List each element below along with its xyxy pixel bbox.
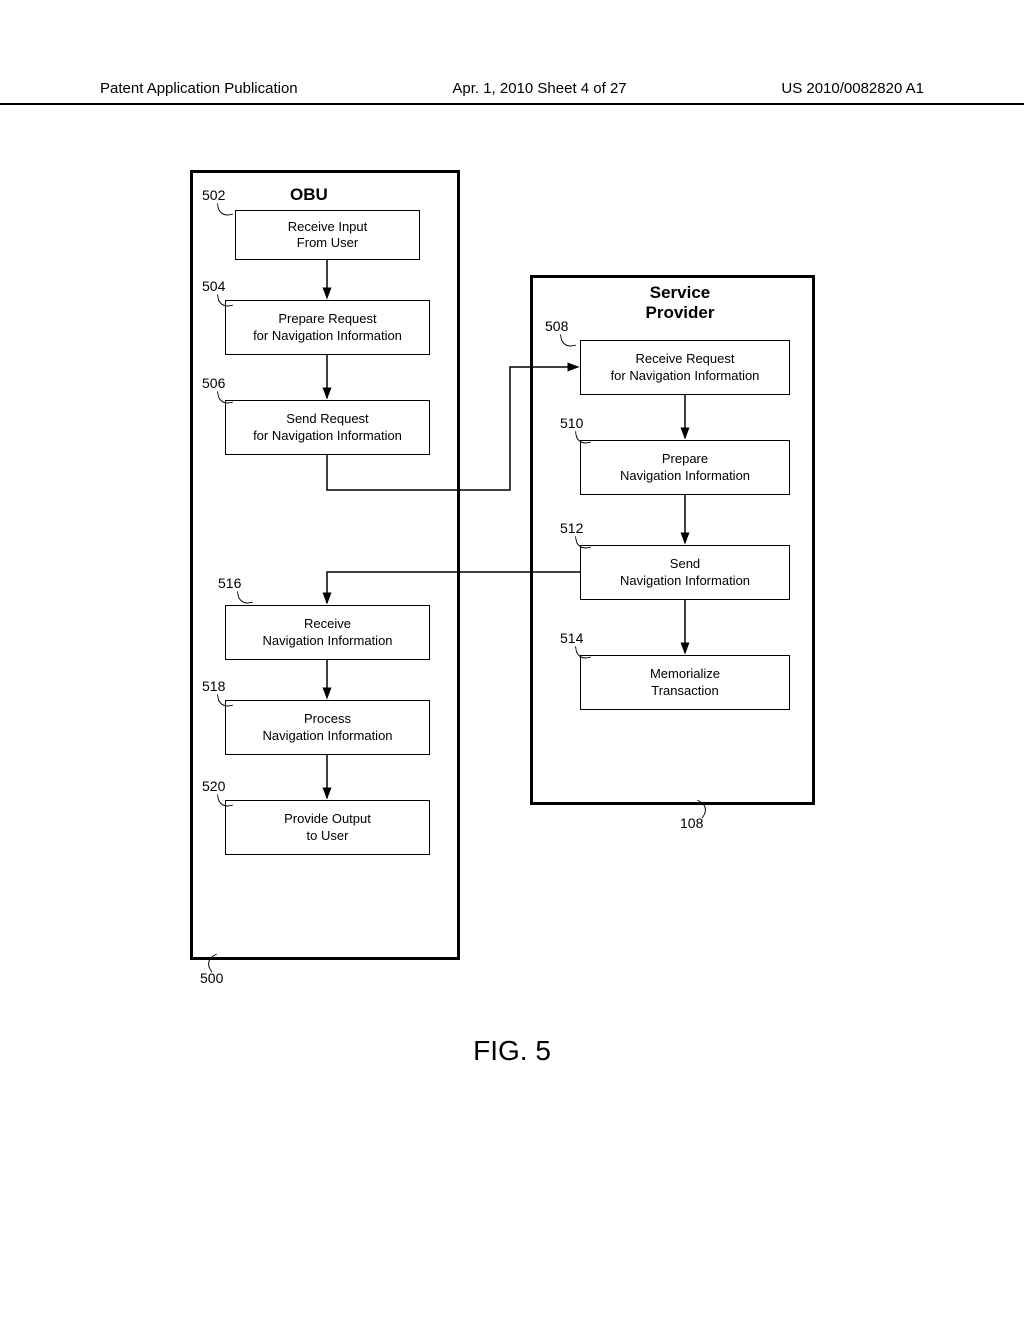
step-520: Provide Output to User (225, 800, 430, 855)
step-502: Receive Input From User (235, 210, 420, 260)
ref-516: 516 (218, 575, 241, 591)
obu-title: OBU (290, 185, 328, 205)
ref-510: 510 (560, 415, 583, 431)
step-504: Prepare Request for Navigation Informati… (225, 300, 430, 355)
service-provider-title: Service Provider (630, 283, 730, 323)
step-518: Process Navigation Information (225, 700, 430, 755)
ref-518: 518 (202, 678, 225, 694)
flow-diagram: OBU Service Provider Receive Input From … (0, 0, 1024, 1320)
ref-506: 506 (202, 375, 225, 391)
step-508: Receive Request for Navigation Informati… (580, 340, 790, 395)
ref-504: 504 (202, 278, 225, 294)
step-512: Send Navigation Information (580, 545, 790, 600)
ref-508: 508 (545, 318, 568, 334)
step-516: Receive Navigation Information (225, 605, 430, 660)
ref-520: 520 (202, 778, 225, 794)
flow-arrows (0, 0, 1024, 1320)
ref-512: 512 (560, 520, 583, 536)
ref-514: 514 (560, 630, 583, 646)
step-506: Send Request for Navigation Information (225, 400, 430, 455)
step-510: Prepare Navigation Information (580, 440, 790, 495)
step-514: Memorialize Transaction (580, 655, 790, 710)
figure-label: FIG. 5 (0, 1035, 1024, 1067)
ref-502: 502 (202, 187, 225, 203)
